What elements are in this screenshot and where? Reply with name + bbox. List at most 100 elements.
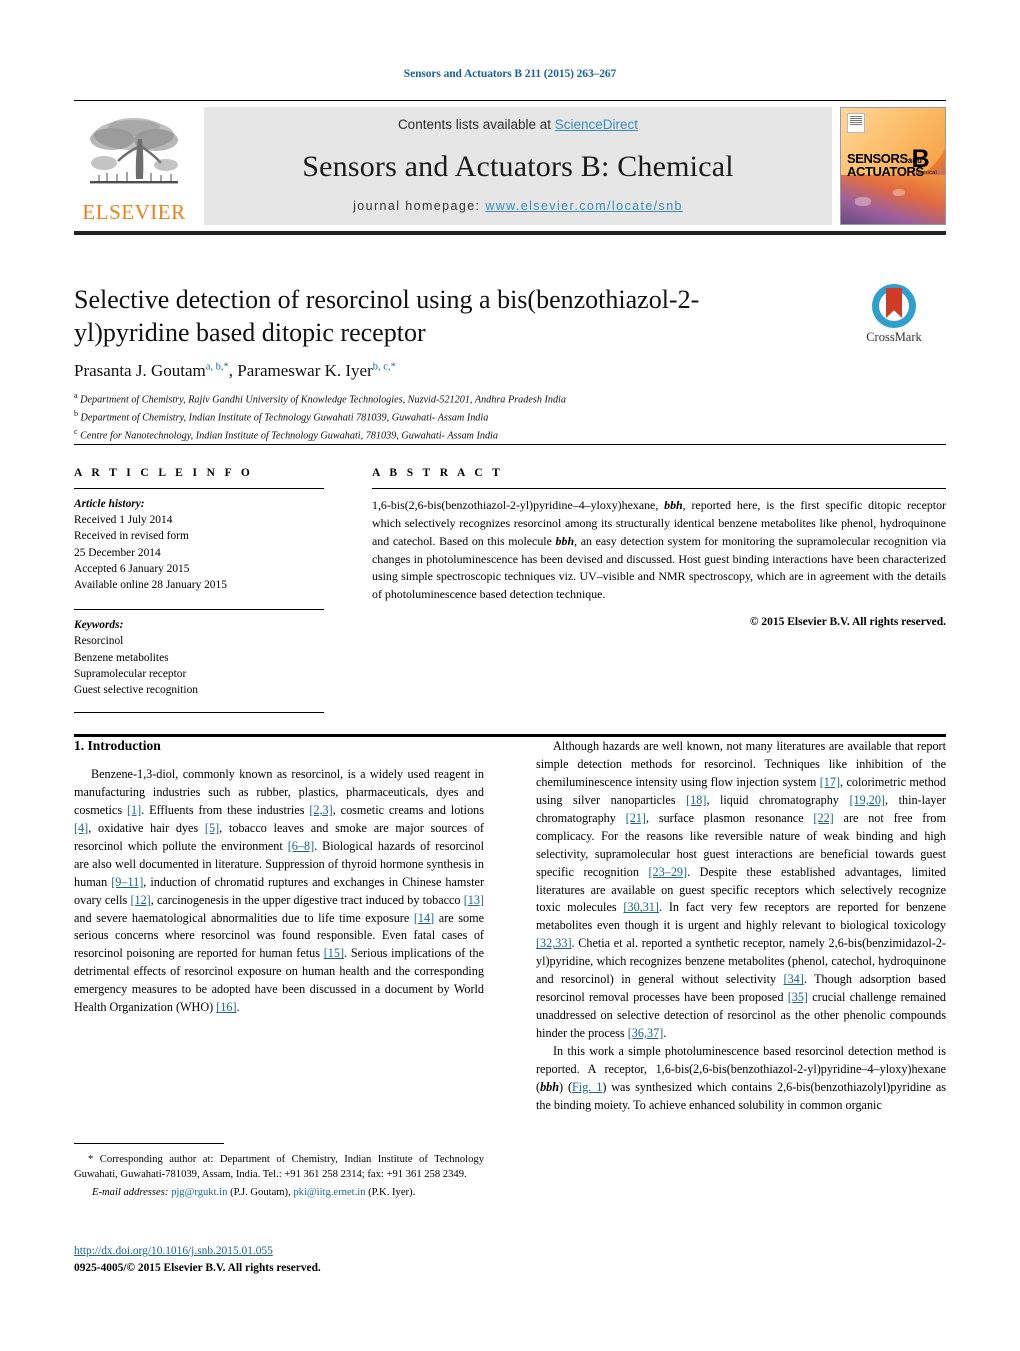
body-left-column: 1. Introduction Benzene-1,3-diol, common… (74, 738, 484, 1115)
citation-ref[interactable]: [1] (127, 803, 141, 817)
article-info-column: A R T I C L E I N F O Article history: R… (74, 467, 324, 720)
band-top-rule (74, 444, 946, 445)
citation-ref[interactable]: [9–11] (111, 875, 143, 889)
contents-prefix: Contents lists available at (397, 117, 555, 132)
author-name: Parameswar K. Iyer (237, 361, 373, 380)
doi-link[interactable]: http://dx.doi.org/10.1016/j.snb.2015.01.… (74, 1245, 273, 1257)
citation-ref[interactable]: [18] (686, 793, 706, 807)
citation-ref[interactable]: [19,20] (849, 793, 885, 807)
affiliation-item: b Department of Chemistry, Indian Instit… (74, 408, 946, 426)
history-item: Received 1 July 2014 (74, 514, 173, 527)
author-corresponding-marker[interactable]: * (391, 361, 396, 372)
page-title: Selective detection of resorcinol using … (74, 285, 700, 347)
author-separator: , (228, 361, 238, 380)
intro-paragraph-right-2: In this work a simple photoluminescence … (536, 1043, 946, 1115)
crossmark-badge[interactable]: CrossMark (842, 284, 946, 345)
citation-ref[interactable]: [5] (205, 821, 219, 835)
citation-ref[interactable]: [12] (130, 893, 150, 907)
article-info-rule (74, 488, 324, 489)
cover-speck (855, 197, 871, 206)
cover-elsevier-mark-icon (847, 113, 865, 133)
cover-speck (893, 189, 905, 196)
footnote-block: * Corresponding author at: Department of… (74, 1143, 484, 1200)
author-name: Prasanta J. Goutam (74, 361, 206, 380)
history-item: Accepted 6 January 2015 (74, 562, 190, 575)
affiliation-item: a Department of Chemistry, Rajiv Gandhi … (74, 390, 946, 408)
text-run: , surface plasmon resonance (645, 810, 814, 825)
elsevier-logo: ELSEVIER (74, 107, 194, 225)
keywords-label: Keywords: (74, 619, 124, 632)
citation-ref[interactable]: [6–8] (288, 839, 314, 853)
page-footer: http://dx.doi.org/10.1016/j.snb.2015.01.… (74, 1243, 504, 1276)
citation-ref[interactable]: [17] (820, 775, 840, 789)
affiliation-text: Department of Chemistry, Rajiv Gandhi Un… (80, 394, 566, 406)
text-run: , liquid chromatography (706, 792, 850, 807)
contents-list-line: Contents lists available at ScienceDirec… (204, 117, 832, 132)
corresponding-author-note: * Corresponding author at: Department of… (74, 1152, 484, 1182)
email-link[interactable]: pki@iitg.ernet.in (293, 1187, 365, 1198)
footnote-rule (74, 1143, 224, 1144)
text-run: and severe haematological abnormalities … (74, 910, 414, 925)
compound-name: bbh (540, 1079, 560, 1094)
article-history-block: Article history: Received 1 July 2014 Re… (74, 496, 324, 593)
citation-ref[interactable]: [35] (788, 990, 808, 1004)
abstract-heading: A B S T R A C T (372, 467, 504, 479)
keyword-item: Resorcinol (74, 635, 124, 648)
citation-ref[interactable]: [14] (414, 911, 434, 925)
article-history-label: Article history: (74, 498, 145, 510)
keywords-block: Keywords: Resorcinol Benzene metabolites… (74, 609, 324, 714)
masthead-center-panel: Contents lists available at ScienceDirec… (204, 107, 832, 225)
figure-ref[interactable]: Fig. 1 (572, 1080, 602, 1094)
elsevier-wordmark: ELSEVIER (82, 200, 186, 224)
citation-ref[interactable]: [15] (324, 946, 344, 960)
history-item: Available online 28 January 2015 (74, 578, 227, 591)
email-link[interactable]: pjg@rgukt.in (171, 1187, 227, 1198)
intro-paragraph-right-1: Although hazards are well known, not man… (536, 738, 946, 1043)
history-item: 25 December 2014 (74, 546, 161, 559)
affiliation-marker: b (74, 409, 78, 419)
email-owner: (P.K. Iyer) (368, 1187, 413, 1199)
abstract-text: 1,6-bis(2,6-bis(benzothiazol-2-yl)pyridi… (372, 497, 946, 604)
citation-ref[interactable]: [4] (74, 821, 88, 835)
citation-ref[interactable]: [32,33] (536, 936, 572, 950)
citation-ref[interactable]: [34] (784, 972, 804, 986)
cover-volume-letter-text: B (911, 145, 930, 173)
citation-ref[interactable]: [23–29] (649, 865, 688, 879)
intro-paragraph-left: Benzene-1,3-diol, commonly known as reso… (74, 766, 484, 1017)
crossmark-label: CrossMark (866, 330, 922, 344)
elsevier-tree-icon (90, 118, 178, 184)
keyword-item: Benzene metabolites (74, 651, 169, 664)
text-run: . (663, 1026, 667, 1040)
abstract-part: 1,6-bis(2,6-bis(benzothiazol-2-yl)pyridi… (372, 498, 665, 512)
title-block: CrossMark Selective detection of resorci… (74, 284, 946, 445)
abstract-compound-name: bbh (664, 498, 683, 512)
cover-volume-letter: B Chemical (911, 145, 937, 176)
citation-ref[interactable]: [30,31] (623, 900, 659, 914)
masthead-bottom-rule (74, 231, 946, 235)
crossmark-icon (872, 284, 916, 328)
abstract-copyright: © 2015 Elsevier B.V. All rights reserved… (749, 616, 946, 629)
cover-volume-subtitle: Chemical (911, 169, 937, 176)
text-run: , oxidative hair dyes (88, 820, 205, 835)
citation-ref[interactable]: [21] (626, 811, 646, 825)
citation-ref[interactable]: [2,3] (309, 803, 332, 817)
journal-homepage-line: journal homepage: www.elsevier.com/locat… (204, 199, 832, 213)
journal-masthead: ELSEVIER Contents lists available at Sci… (74, 100, 946, 235)
section-heading-introduction: 1. Introduction (74, 738, 161, 753)
email-label: E-mail addresses: (92, 1187, 169, 1199)
text-run: ) ( (559, 1079, 573, 1094)
journal-homepage-link[interactable]: www.elsevier.com/locate/snb (485, 199, 683, 213)
masthead-top-rule (74, 100, 946, 101)
affiliation-list: a Department of Chemistry, Rajiv Gandhi … (74, 390, 946, 445)
homepage-prefix: journal homepage: (353, 199, 481, 213)
citation-ref[interactable]: [13] (464, 893, 484, 907)
journal-title: Sensors and Actuators B: Chemical (302, 149, 734, 183)
sciencedirect-link[interactable]: ScienceDirect (555, 117, 638, 132)
column-gap (324, 467, 372, 720)
affiliation-marker: a (74, 391, 78, 400)
citation-ref[interactable]: [16] (216, 1000, 236, 1014)
text-run: , carcinogenesis in the upper digestive … (150, 892, 464, 907)
citation-ref[interactable]: [22] (813, 811, 833, 825)
citation-ref[interactable]: [36,37] (628, 1026, 664, 1040)
abstract-compound-name: bbh (555, 533, 575, 548)
